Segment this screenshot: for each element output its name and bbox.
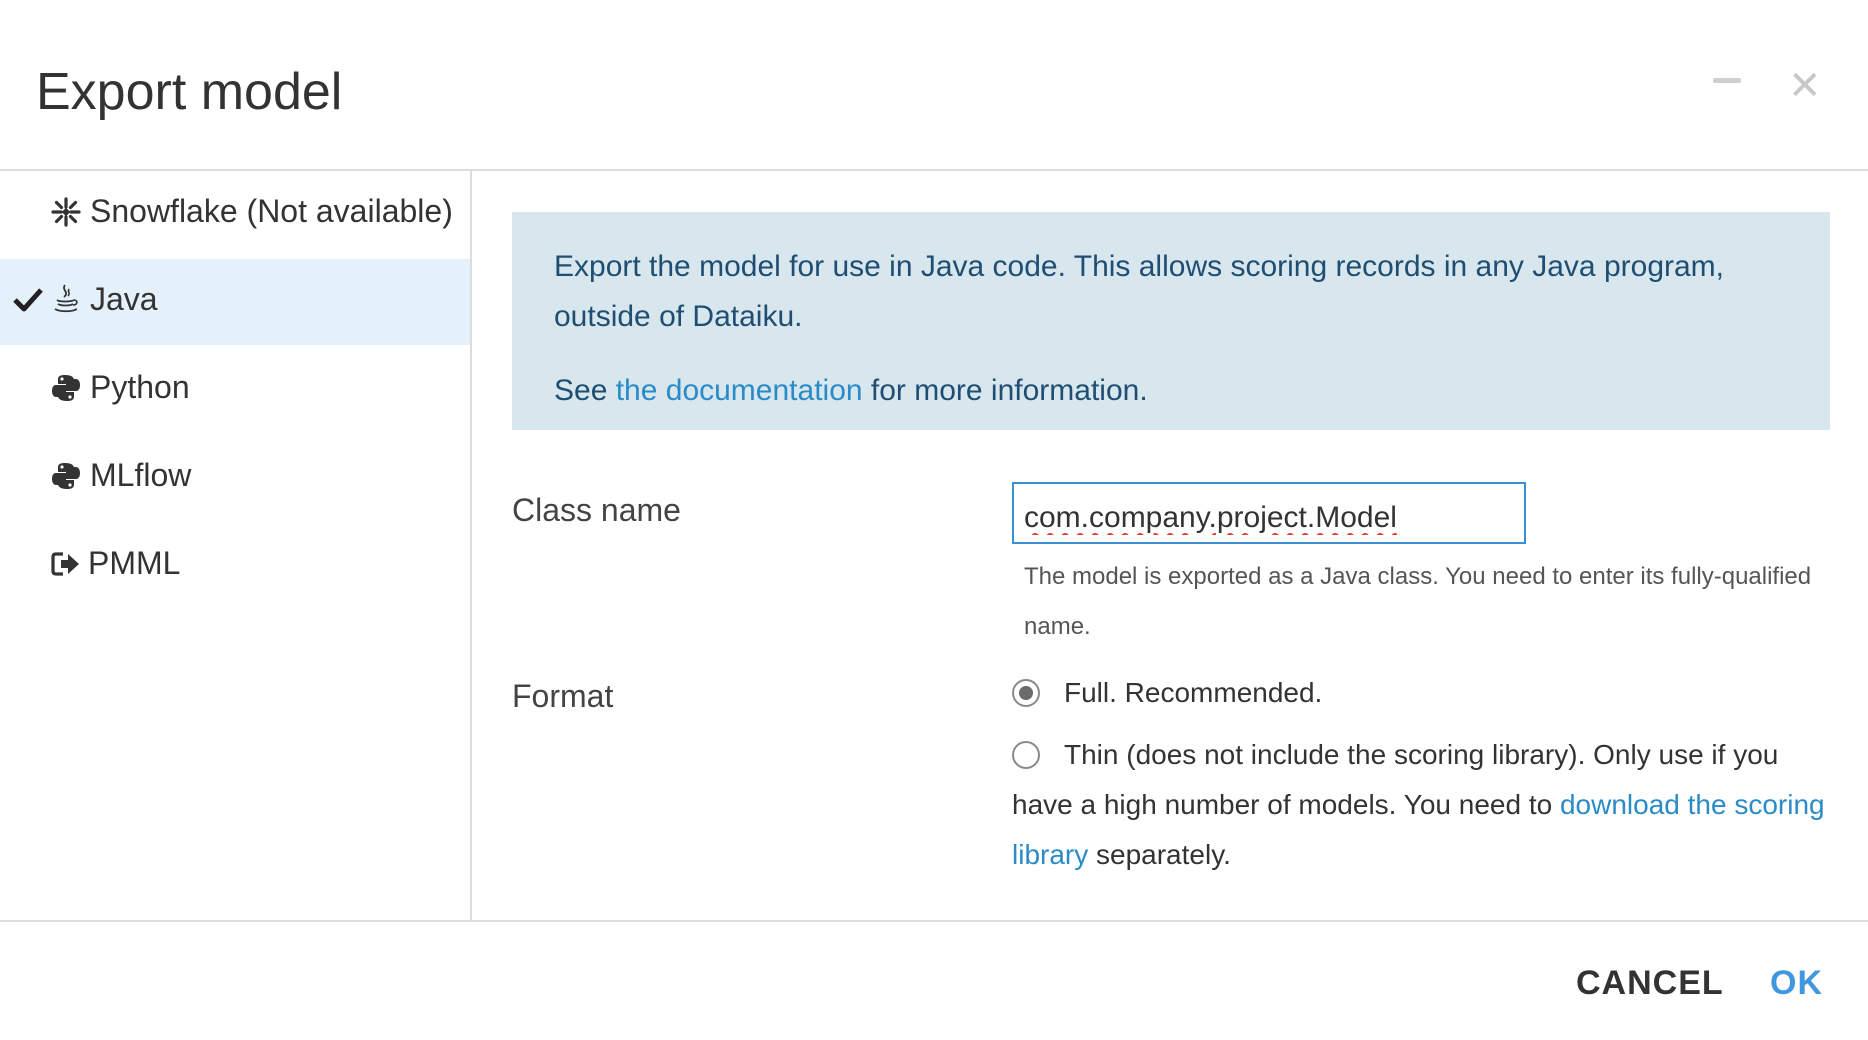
- java-icon: [54, 284, 78, 313]
- class-name-help: The model is exported as a Java class. Y…: [1024, 563, 1812, 640]
- class-name-input[interactable]: [1012, 482, 1526, 544]
- thin-option-suffix: separately.: [1088, 839, 1231, 870]
- info-see-line: See the documentation for more informati…: [554, 366, 1788, 416]
- dialog-header: Export model ✕: [0, 0, 1868, 171]
- sidebar-item-python[interactable]: Python: [0, 347, 470, 433]
- checkmark-icon: [13, 288, 43, 312]
- minimize-icon[interactable]: [1713, 78, 1741, 83]
- format-option-full[interactable]: Full. Recommended.: [1012, 668, 1832, 718]
- format-option-thin[interactable]: Thin (does not include the scoring libra…: [1012, 730, 1832, 880]
- radio-thin[interactable]: [1012, 741, 1040, 769]
- info-see-suffix: for more information.: [862, 374, 1148, 407]
- export-icon: [51, 552, 79, 576]
- sidebar-item-label: Snowflake (Not available): [90, 193, 453, 229]
- sidebar-item-mlflow[interactable]: MLflow: [0, 435, 470, 521]
- sidebar-item-label: PMML: [88, 545, 181, 581]
- info-box: Export the model for use in Java code. T…: [512, 212, 1830, 430]
- python-icon: [52, 463, 80, 489]
- info-description: Export the model for use in Java code. T…: [554, 250, 1724, 333]
- python-icon: [52, 375, 80, 401]
- cancel-button[interactable]: CANCEL: [1576, 964, 1724, 1003]
- dialog-title: Export model: [36, 63, 343, 121]
- ok-button[interactable]: OK: [1770, 964, 1823, 1003]
- sidebar-item-java[interactable]: Java: [0, 259, 470, 345]
- sidebar-item-label: Java: [90, 281, 158, 317]
- snowflake-icon: [51, 197, 81, 227]
- dialog-footer: CANCEL OK: [0, 920, 1868, 1040]
- export-format-sidebar: Snowflake (Not available) Java Python ML…: [0, 171, 472, 921]
- format-label: Format: [512, 678, 614, 714]
- sidebar-item-snowflake[interactable]: Snowflake (Not available): [0, 171, 470, 257]
- info-see-prefix: See: [554, 374, 616, 407]
- format-option-label: Thin (does not include the scoring libra…: [1012, 730, 1832, 880]
- sidebar-item-pmml[interactable]: PMML: [0, 523, 470, 609]
- radio-full[interactable]: [1012, 679, 1040, 707]
- sidebar-item-label: MLflow: [90, 457, 192, 493]
- class-name-label: Class name: [512, 492, 681, 528]
- sidebar-item-label: Python: [90, 369, 190, 405]
- close-icon[interactable]: ✕: [1788, 66, 1822, 106]
- format-option-label: Full. Recommended.: [1064, 677, 1323, 708]
- documentation-link[interactable]: the documentation: [616, 374, 863, 407]
